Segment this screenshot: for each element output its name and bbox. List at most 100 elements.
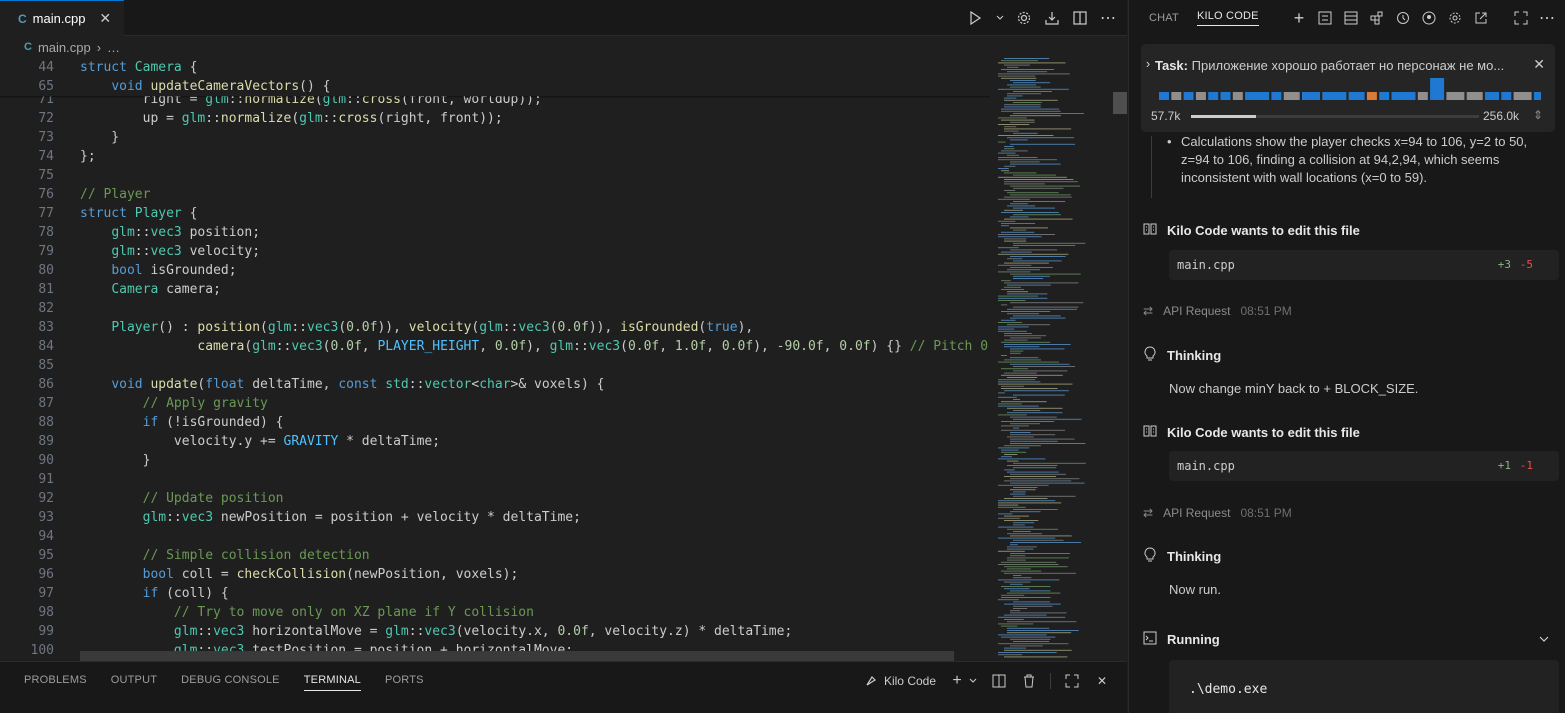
plus-icon[interactable]: + — [948, 672, 966, 690]
breadcrumb-more[interactable]: … — [107, 40, 120, 55]
code-line[interactable]: 89 velocity.y += GRAVITY * deltaTime; — [0, 432, 990, 451]
code-line[interactable]: 80 bool isGrounded; — [0, 261, 990, 280]
gear-icon[interactable] — [1015, 9, 1033, 27]
api-request[interactable]: ⇄ API Request 08:51 PM — [1143, 506, 1292, 520]
code-line[interactable]: 90 } — [0, 451, 990, 470]
code-line[interactable]: 97 if (coll) { — [0, 584, 990, 603]
line-code: struct Camera { — [80, 60, 198, 75]
compress-icon[interactable]: ⇕ — [1533, 108, 1543, 122]
minimap-line — [1007, 533, 1042, 535]
minimap-line — [998, 295, 1039, 297]
run-debug-icon[interactable] — [967, 9, 985, 27]
chevron-down-icon[interactable] — [968, 672, 978, 690]
code-line[interactable]: 77 struct Player { — [0, 204, 990, 223]
chevron-right-icon[interactable]: › — [1141, 56, 1155, 71]
download-icon[interactable] — [1043, 9, 1061, 27]
code-line[interactable]: 82 — [0, 299, 990, 318]
code-line[interactable]: 98 // Try to move only on XZ plane if Y … — [0, 603, 990, 622]
mcp-servers-icon[interactable] — [1316, 9, 1334, 27]
code-line[interactable]: 84 camera(glm::vec3(0.0f, PLAYER_HEIGHT,… — [0, 337, 990, 356]
minimap-line — [1007, 269, 1040, 271]
list-icon[interactable] — [1342, 9, 1360, 27]
close-icon[interactable]: ✕ — [1533, 56, 1545, 73]
code-line[interactable]: 86 void update(float deltaTime, const st… — [0, 375, 990, 394]
breadcrumb-file[interactable]: main.cpp — [38, 40, 91, 55]
code-line[interactable]: 79 glm::vec3 velocity; — [0, 242, 990, 261]
lines-removed: -5 — [1519, 258, 1533, 271]
plus-icon[interactable]: + — [1290, 8, 1308, 28]
code-line[interactable]: 99 glm::vec3 horizontalMove = glm::vec3(… — [0, 622, 990, 641]
tab-chat[interactable]: CHAT — [1149, 12, 1179, 24]
thinking-header[interactable]: Thinking — [1143, 547, 1221, 566]
tab-debug-console[interactable]: DEBUG CONSOLE — [181, 674, 280, 691]
account-icon[interactable] — [1420, 9, 1438, 27]
tokens-max: 256.0k — [1482, 109, 1519, 123]
task-header[interactable]: › Task: Приложение хорошо работает но пе… — [1141, 44, 1555, 132]
code-line[interactable]: 76 // Player — [0, 185, 990, 204]
code-line[interactable]: 92 // Update position — [0, 489, 990, 508]
tab-kilo-code[interactable]: KILO CODE — [1196, 10, 1259, 26]
code-line[interactable]: 85 — [0, 356, 990, 375]
code-line[interactable]: 91 — [0, 470, 990, 489]
code-line[interactable]: 75 — [0, 166, 990, 185]
more-actions-icon[interactable]: ⋯ — [1538, 9, 1556, 27]
code-line[interactable]: 81 Camera camera; — [0, 280, 990, 299]
minimap[interactable] — [990, 58, 1112, 658]
more-actions-icon[interactable]: ⋯ — [1099, 9, 1117, 27]
code-line[interactable]: 93 glm::vec3 newPosition = position + ve… — [0, 508, 990, 527]
maximize-icon[interactable] — [1512, 9, 1530, 27]
minimap-line — [1004, 498, 1048, 499]
history-icon[interactable] — [1394, 9, 1412, 27]
code-editor[interactable]: 44 struct Camera {65 void updateCameraVec… — [0, 58, 990, 658]
maximize-panel-icon[interactable] — [1063, 672, 1081, 690]
code-line[interactable]: 96 bool coll = checkCollision(newPositio… — [0, 565, 990, 584]
minimap-line — [1004, 647, 1027, 649]
split-terminal-icon[interactable] — [990, 672, 1008, 690]
code-line[interactable]: 74}; — [0, 147, 990, 166]
minimap-line — [1010, 86, 1041, 88]
vertical-scrollbar[interactable] — [1113, 92, 1127, 114]
running-header[interactable]: Running — [1143, 631, 1549, 648]
extensions-icon[interactable] — [1368, 9, 1386, 27]
minimap-line — [1001, 69, 1055, 70]
horizontal-scrollbar[interactable] — [80, 651, 954, 661]
gear-icon[interactable] — [1446, 9, 1464, 27]
trash-icon[interactable] — [1020, 672, 1038, 690]
code-line[interactable]: 78 glm::vec3 position; — [0, 223, 990, 242]
tab-output[interactable]: OUTPUT — [111, 674, 157, 691]
open-in-editor-icon[interactable] — [1472, 9, 1490, 27]
file-diff-card[interactable]: main.cpp +1 -1 — [1169, 451, 1559, 481]
terminal-name[interactable]: Kilo Code — [884, 674, 936, 688]
code-line[interactable]: 94 — [0, 527, 990, 546]
minimap-line — [1001, 119, 1035, 121]
close-icon[interactable]: ✕ — [1093, 672, 1111, 690]
code-line[interactable]: 83 Player() : position(glm::vec3(0.0f)),… — [0, 318, 990, 337]
tab-terminal[interactable]: TERMINAL — [303, 674, 361, 691]
code-line[interactable]: 72 up = glm::normalize(glm::cross(right,… — [0, 109, 990, 128]
minimap-line — [998, 599, 1019, 601]
chevron-down-icon[interactable] — [1539, 632, 1549, 647]
message-text: • Calculations show the player checks x=… — [1167, 136, 1551, 187]
api-request[interactable]: ⇄ API Request 08:51 PM — [1143, 304, 1292, 318]
code-line[interactable]: 88 if (!isGrounded) { — [0, 413, 990, 432]
chevron-down-icon[interactable] — [995, 9, 1005, 27]
minimap-line — [1013, 427, 1020, 429]
sticky-scroll-line[interactable]: 44 struct Camera { — [0, 58, 990, 77]
sticky-scroll-line[interactable]: 65 void updateCameraVectors() { — [0, 77, 990, 96]
code-line[interactable]: 87 // Apply gravity — [0, 394, 990, 413]
close-icon[interactable]: ✕ — [99, 10, 111, 27]
minimap-line — [1013, 399, 1020, 400]
task-title: Task: Приложение хорошо работает но перс… — [1155, 58, 1515, 73]
file-diff-card[interactable]: main.cpp +3 -5 — [1169, 250, 1559, 280]
sidebar-actions: + ⋯ — [1290, 8, 1556, 28]
thinking-header[interactable]: Thinking — [1143, 346, 1221, 365]
split-editor-icon[interactable] — [1071, 9, 1089, 27]
tab-ports[interactable]: PORTS — [385, 674, 424, 691]
tab-problems[interactable]: PROBLEMS — [24, 674, 87, 691]
minimap-line — [1007, 528, 1058, 530]
minimap-line — [1004, 262, 1049, 264]
code-line[interactable]: 73 } — [0, 128, 990, 147]
code-line[interactable]: 95 // Simple collision detection — [0, 546, 990, 565]
thread-line — [1151, 136, 1152, 198]
tab-main-cpp[interactable]: C main.cpp ✕ — [0, 0, 124, 36]
